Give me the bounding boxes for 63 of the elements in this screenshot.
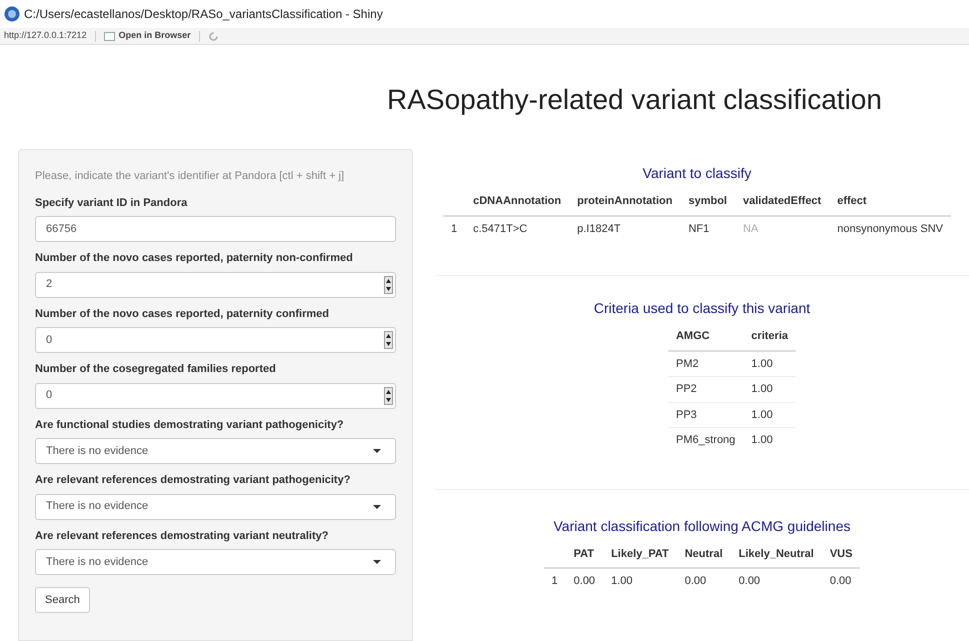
column-header: AMGC (668, 323, 744, 350)
search-button[interactable]: Search (35, 587, 90, 613)
table-cell: 1.00 (751, 408, 773, 420)
table-cell: NF1 (688, 222, 710, 234)
section-title: Criteria used to classify this variant (594, 299, 810, 318)
column-header: Likely_Neutral (730, 540, 822, 568)
field-label: Number of the novo cases reported, paternity non-confirmed (35, 251, 354, 266)
field-label: Number of the cosegregated families reported (35, 362, 277, 377)
table-cell: 0.00 (574, 575, 596, 587)
hint-text: Please, indicate the variant's identifier at Pandora [ctl + shift + j] (35, 169, 346, 184)
table-cell: nonsynonymous SNV (837, 222, 943, 234)
section-title: Variant classification following ACMG guidelines (553, 516, 850, 536)
section-title: Variant to classify (642, 164, 752, 183)
dropdown[interactable]: There is no evidence (35, 494, 396, 520)
open-in-browser-button[interactable]: Open in Browser (104, 29, 191, 43)
field-label: Are functional studies demostrating variant pathogenicity? (35, 418, 345, 432)
caret-icon (373, 560, 381, 564)
field-label: Number of the novo cases reported, paternity confirmed (35, 306, 330, 322)
spinner-icon[interactable] (384, 386, 393, 404)
column-header: cDNAAnnotation (465, 188, 570, 216)
table-cell: c.5471T>C (473, 222, 528, 234)
table-cell: 1.00 (751, 434, 773, 446)
table-cell: 1.00 (751, 383, 773, 395)
table-cell: 1.00 (611, 575, 632, 587)
column-header: Likely_PAT (603, 540, 677, 568)
table-cell: p.I1824T (577, 222, 621, 234)
column-header: Neutral (676, 540, 731, 568)
window-icon (104, 32, 115, 40)
field-label: Specify variant ID in Pandora (35, 196, 188, 210)
spinner-icon[interactable] (384, 331, 393, 349)
number-field[interactable]: 2 (35, 272, 396, 298)
dropdown[interactable]: There is no evidence (35, 438, 396, 464)
table-cell: 0.00 (830, 575, 852, 587)
table-cell: 1.00 (751, 358, 773, 370)
spinner-icon[interactable] (384, 276, 393, 294)
number-field[interactable]: 0 (35, 382, 396, 408)
caret-icon (373, 504, 381, 508)
row-number: 1 (451, 222, 458, 234)
table-cell: PM2 (676, 358, 699, 370)
number-field[interactable]: 0 (35, 327, 396, 353)
table-cell: PM6_strong (676, 434, 736, 446)
table-cell: PP2 (676, 383, 697, 395)
field-label: Are relevant references demostrating variant neutrality? (35, 528, 330, 544)
window-title: C:/Users/ecastellanos/Desktop/RASo_variantsClassification - Shiny (24, 6, 383, 23)
field-label: Are relevant references demostrating variant pathogenicity? (35, 473, 352, 488)
column-header: criteria (743, 323, 796, 350)
column-header: VUS (822, 540, 860, 568)
caret-icon (373, 449, 381, 453)
table-cell: 0.00 (684, 575, 706, 587)
table-cell: PP3 (676, 408, 697, 420)
app-logo-icon (4, 6, 20, 22)
column-header: effect (829, 188, 951, 216)
column-header: symbol (680, 188, 735, 216)
text-field[interactable]: 66756 (35, 216, 396, 242)
url-text: http://127.0.0.1:7212 (4, 29, 87, 42)
page-title: RASopathy-related variant classification (387, 83, 882, 117)
dropdown[interactable]: There is no evidence (35, 549, 396, 575)
table-cell: 0.00 (738, 575, 760, 587)
row-number: 1 (552, 575, 558, 587)
column-header: PAT (566, 540, 604, 568)
table-cell: NA (742, 222, 758, 234)
column-header: validatedEffect (734, 188, 830, 216)
column-header: proteinAnnotation (569, 188, 680, 216)
